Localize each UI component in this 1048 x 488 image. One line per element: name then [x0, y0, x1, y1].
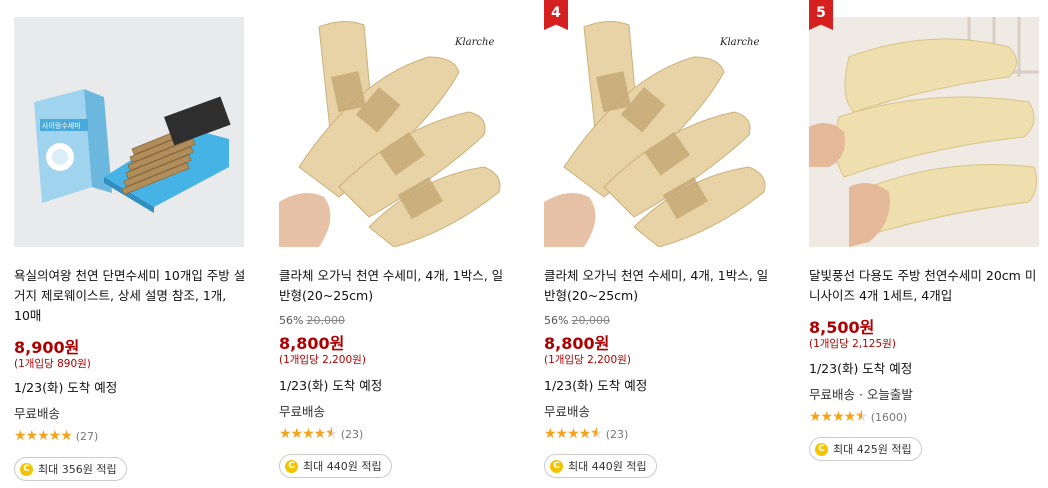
shipping-info: 무료배송	[544, 404, 591, 419]
price: 8,800원	[279, 334, 345, 353]
loofah-illustration: Klarche	[544, 17, 774, 247]
sponge-box-illustration: 사이랑수세미	[14, 17, 244, 247]
reward-text: 최대 356원 적립	[38, 463, 117, 476]
unit-price: (1개입당 2,200원)	[544, 354, 631, 366]
review-count[interactable]: (23)	[606, 428, 629, 441]
shipping-info: 무료배송	[279, 404, 326, 419]
review-count[interactable]: (1600)	[871, 411, 908, 424]
reward-badge: C 최대 440원 적립	[279, 454, 392, 478]
rating-row: ★★★★★ (27)	[14, 429, 98, 443]
arrival-date: 1/23(화) 도착 예정	[809, 361, 913, 376]
product-title[interactable]: 달빛풍선 다용도 주방 천연수세미 20cm 미니사이즈 4개 1세트, 4개입	[809, 266, 1041, 306]
price: 8,900원	[14, 338, 80, 357]
reward-text: 최대 440원 적립	[303, 460, 382, 473]
unit-price: (1개입당 890원)	[14, 358, 91, 370]
discount-row: 56% 20,000	[279, 314, 345, 327]
rating-row: ★★★★★ (1600)	[809, 410, 907, 424]
star-rating: ★★★★★	[279, 427, 338, 441]
discount-percent: 56%	[279, 314, 304, 327]
star-rating: ★★★★★	[14, 428, 73, 444]
product-image[interactable]: 사이랑수세미	[14, 17, 244, 247]
product-card[interactable]: 4 Klarche 클라체 오가닉 천연 수세미, 4개, 1박스, 일반형(2…	[544, 0, 776, 488]
discount-percent: 56%	[544, 314, 569, 327]
product-card[interactable]: 5 달빛풍선 다용도 주방 천연수세미 20cm 미니사이즈 4개 1세트, 4…	[809, 0, 1041, 488]
box-label: 사이랑수세미	[42, 121, 81, 130]
product-card[interactable]: 사이랑수세미 욕실의여왕 천연 단면수세미 10개입 주방 설거지 제로웨이스트…	[14, 0, 246, 488]
price: 8,500원	[809, 318, 875, 337]
shipping-info: 무료배송 · 오늘출발	[809, 387, 913, 402]
reward-badge: C 최대 425원 적립	[809, 437, 922, 461]
original-price: 20,000	[306, 314, 345, 327]
unit-price: (1개입당 2,200원)	[279, 354, 366, 366]
price: 8,800원	[544, 334, 610, 353]
product-image[interactable]	[809, 17, 1039, 247]
coin-icon: C	[285, 459, 298, 473]
reward-text: 최대 425원 적립	[833, 443, 912, 456]
product-card[interactable]: Klarche 클라체 오가닉 천연 수세미, 4개, 1박스, 일반형(20~…	[279, 0, 511, 488]
product-image[interactable]: Klarche	[279, 17, 509, 247]
product-title[interactable]: 클라체 오가닉 천연 수세미, 4개, 1박스, 일반형(20~25cm)	[279, 266, 511, 306]
coin-icon: C	[815, 442, 828, 456]
review-count[interactable]: (27)	[76, 430, 99, 443]
shipping-info: 무료배송	[14, 406, 61, 421]
loofah-illustration	[809, 17, 1039, 247]
unit-price: (1개입당 2,125원)	[809, 338, 896, 350]
rating-row: ★★★★★ (23)	[279, 427, 363, 441]
brand-mark: Klarche	[719, 37, 759, 48]
arrival-date: 1/23(화) 도착 예정	[14, 380, 118, 395]
discount-row: 56% 20,000	[544, 314, 610, 327]
reward-badge: C 최대 440원 적립	[544, 454, 657, 478]
reward-badge: C 최대 356원 적립	[14, 457, 127, 481]
rating-row: ★★★★★ (23)	[544, 427, 628, 441]
arrival-date: 1/23(화) 도착 예정	[279, 378, 383, 393]
loofah-illustration: Klarche	[279, 17, 509, 247]
original-price: 20,000	[571, 314, 610, 327]
brand-mark: Klarche	[454, 37, 494, 48]
product-title[interactable]: 욕실의여왕 천연 단면수세미 10개입 주방 설거지 제로웨이스트, 상세 설명…	[14, 266, 246, 326]
review-count[interactable]: (23)	[341, 428, 364, 441]
star-rating: ★★★★★	[544, 427, 603, 441]
product-grid: 사이랑수세미 욕실의여왕 천연 단면수세미 10개입 주방 설거지 제로웨이스트…	[0, 0, 1048, 488]
reward-text: 최대 440원 적립	[568, 460, 647, 473]
arrival-date: 1/23(화) 도착 예정	[544, 378, 648, 393]
coin-icon: C	[550, 459, 563, 473]
product-image[interactable]: Klarche	[544, 17, 774, 247]
star-rating: ★★★★★	[809, 410, 868, 424]
coin-icon: C	[20, 462, 33, 476]
product-title[interactable]: 클라체 오가닉 천연 수세미, 4개, 1박스, 일반형(20~25cm)	[544, 266, 776, 306]
